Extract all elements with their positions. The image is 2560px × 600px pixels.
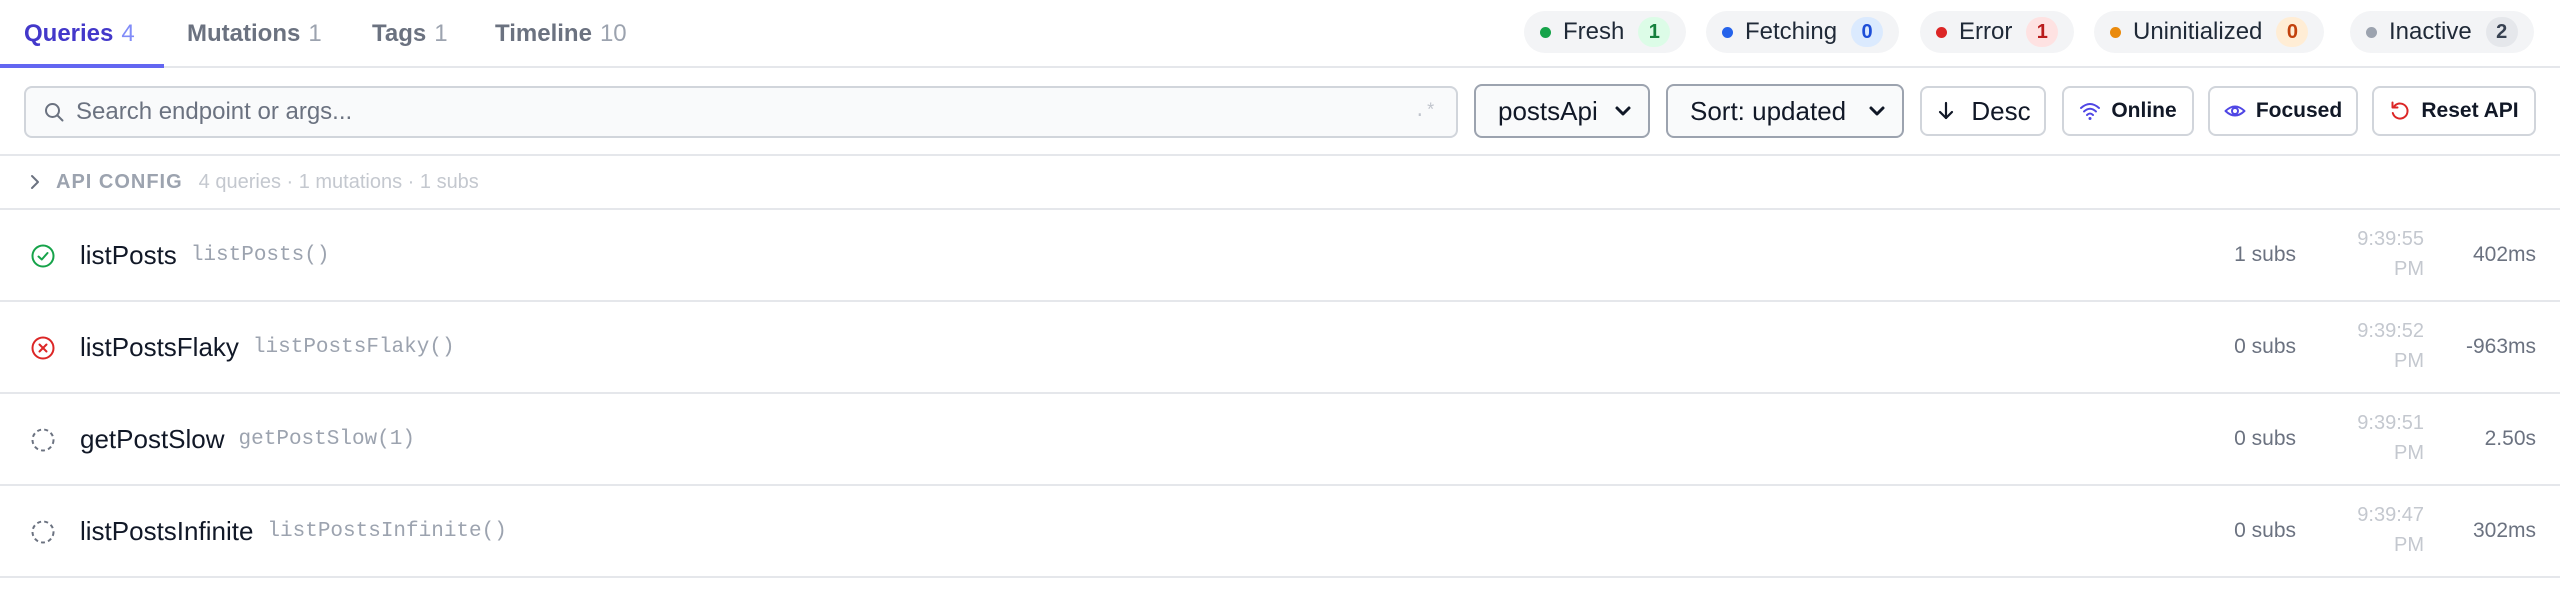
query-row[interactable]: listPostsFlaky listPostsFlaky() 0 subs 9… — [0, 302, 2560, 394]
status-dot — [1722, 26, 1733, 38]
x-circle-icon — [30, 335, 56, 361]
tab-label: Timeline — [495, 20, 592, 47]
sort-direction-label: Desc — [1971, 95, 2031, 126]
api-config-toggle[interactable]: API CONFIG 4 queries · 1 mutations · 1 s… — [0, 156, 2560, 210]
dashed-circle-icon — [30, 427, 56, 453]
status-dot — [2110, 26, 2121, 38]
query-name: listPosts — [80, 239, 177, 270]
status-label: Fetching — [1745, 18, 1838, 45]
status-count-badge: 2 — [2485, 17, 2518, 47]
query-duration: 2.50s — [2484, 427, 2536, 450]
reset-api-button[interactable]: Reset API — [2372, 86, 2536, 136]
query-time-clock: 9:39:55 — [2357, 228, 2424, 250]
sort-select-value: Sort: updated — [1690, 95, 1847, 126]
query-duration: -963ms — [2465, 335, 2536, 358]
reset-api-label: Reset API — [2421, 99, 2519, 122]
tab-count: 10 — [599, 20, 627, 47]
tab-count: 1 — [434, 20, 448, 47]
focused-toggle-button[interactable]: Focused — [2208, 86, 2358, 136]
query-duration: 302ms — [2472, 519, 2536, 542]
sort-select[interactable]: Sort: updated — [1666, 84, 1904, 138]
status-label: Fresh — [1563, 18, 1625, 45]
online-toggle-button[interactable]: Online — [2062, 86, 2194, 136]
tab-count: 4 — [121, 20, 135, 47]
tab-tags[interactable]: Tags 1 — [372, 0, 448, 68]
status-label: Error — [1959, 18, 2013, 45]
wifi-icon — [2079, 100, 2101, 122]
tab-count: 1 — [308, 20, 322, 47]
chevron-down-icon — [1866, 100, 1888, 122]
query-time-clock: 9:39:52 — [2357, 320, 2424, 342]
regex-hint: .* — [1414, 102, 1436, 122]
status-filter-error[interactable]: Error 1 — [1920, 11, 2075, 53]
chevron-right-icon — [26, 173, 44, 191]
sort-direction-button[interactable]: Desc — [1920, 86, 2046, 136]
focused-label: Focused — [2255, 99, 2343, 122]
query-name: listPostsInfinite — [80, 515, 254, 546]
tab-mutations[interactable]: Mutations 1 — [187, 0, 322, 68]
tab-queries[interactable]: Queries 4 — [24, 0, 135, 68]
query-args: listPostsInfinite() — [267, 519, 507, 543]
query-time-period: PM — [2394, 258, 2424, 280]
status-label: Uninitialized — [2133, 18, 2263, 45]
tab-label: Mutations — [187, 20, 301, 47]
status-filter-inactive[interactable]: Inactive 2 — [2350, 11, 2534, 53]
query-args: getPostSlow(1) — [238, 427, 415, 451]
api-select[interactable]: postsApi — [1474, 84, 1650, 138]
tab-label: Tags — [372, 20, 427, 47]
query-subscriptions: 1 subs — [2234, 243, 2296, 266]
query-args: listPostsFlaky() — [252, 335, 455, 359]
search-input[interactable] — [76, 92, 1415, 132]
tab-timeline[interactable]: Timeline 10 — [495, 0, 627, 68]
status-dot — [1936, 26, 1947, 38]
query-updated-time: 9:39:47 PM — [2344, 500, 2424, 560]
eye-icon — [2224, 100, 2246, 122]
query-time-period: PM — [2394, 442, 2424, 464]
tab-label: Queries — [24, 20, 114, 47]
api-config-title: API CONFIG — [56, 170, 183, 193]
query-time-clock: 9:39:51 — [2357, 412, 2424, 434]
status-count-badge: 0 — [1851, 17, 1884, 47]
search-box[interactable]: .* — [24, 86, 1458, 138]
dashed-circle-icon — [30, 519, 56, 545]
api-select-value: postsApi — [1498, 95, 1598, 126]
query-row[interactable]: listPostsInfinite listPostsInfinite() 0 … — [0, 486, 2560, 578]
status-count-badge: 1 — [1638, 17, 1671, 47]
reset-icon — [2389, 100, 2411, 122]
chevron-down-icon — [1612, 100, 1634, 122]
query-time-clock: 9:39:47 — [2357, 504, 2424, 526]
query-args: listPosts() — [190, 243, 330, 267]
arrow-down-icon — [1935, 100, 1957, 122]
online-label: Online — [2111, 99, 2177, 122]
status-dot — [1540, 26, 1551, 38]
query-updated-time: 9:39:55 PM — [2344, 224, 2424, 284]
query-duration: 402ms — [2472, 243, 2536, 266]
status-count-badge: 0 — [2276, 17, 2309, 47]
status-filter-fresh[interactable]: Fresh 1 — [1524, 11, 1687, 53]
query-row[interactable]: listPosts listPosts() 1 subs 9:39:55 PM … — [0, 210, 2560, 302]
toolbar: .* postsApi Sort: updated Desc Online Fo… — [0, 68, 2560, 156]
query-row[interactable]: getPostSlow getPostSlow(1) 0 subs 9:39:5… — [0, 394, 2560, 486]
query-subscriptions: 0 subs — [2234, 519, 2296, 542]
query-name: getPostSlow — [80, 423, 225, 454]
api-config-summary: 4 queries · 1 mutations · 1 subs — [198, 170, 479, 193]
query-updated-time: 9:39:51 PM — [2344, 408, 2424, 468]
status-count-badge: 1 — [2026, 17, 2059, 47]
query-time-period: PM — [2394, 350, 2424, 372]
status-filter-uninitialized[interactable]: Uninitialized 0 — [2094, 11, 2325, 53]
query-subscriptions: 0 subs — [2234, 427, 2296, 450]
status-label: Inactive — [2389, 18, 2472, 45]
query-subscriptions: 0 subs — [2234, 335, 2296, 358]
query-name: listPostsFlaky — [80, 331, 239, 362]
status-dot — [2366, 26, 2377, 38]
check-circle-icon — [30, 243, 56, 269]
status-filter-fetching[interactable]: Fetching 0 — [1706, 11, 1900, 53]
query-time-period: PM — [2394, 534, 2424, 556]
search-icon — [42, 100, 66, 124]
query-updated-time: 9:39:52 PM — [2344, 316, 2424, 376]
top-bar: Queries 4 Mutations 1 Tags 1 Timeline 10… — [0, 0, 2560, 68]
